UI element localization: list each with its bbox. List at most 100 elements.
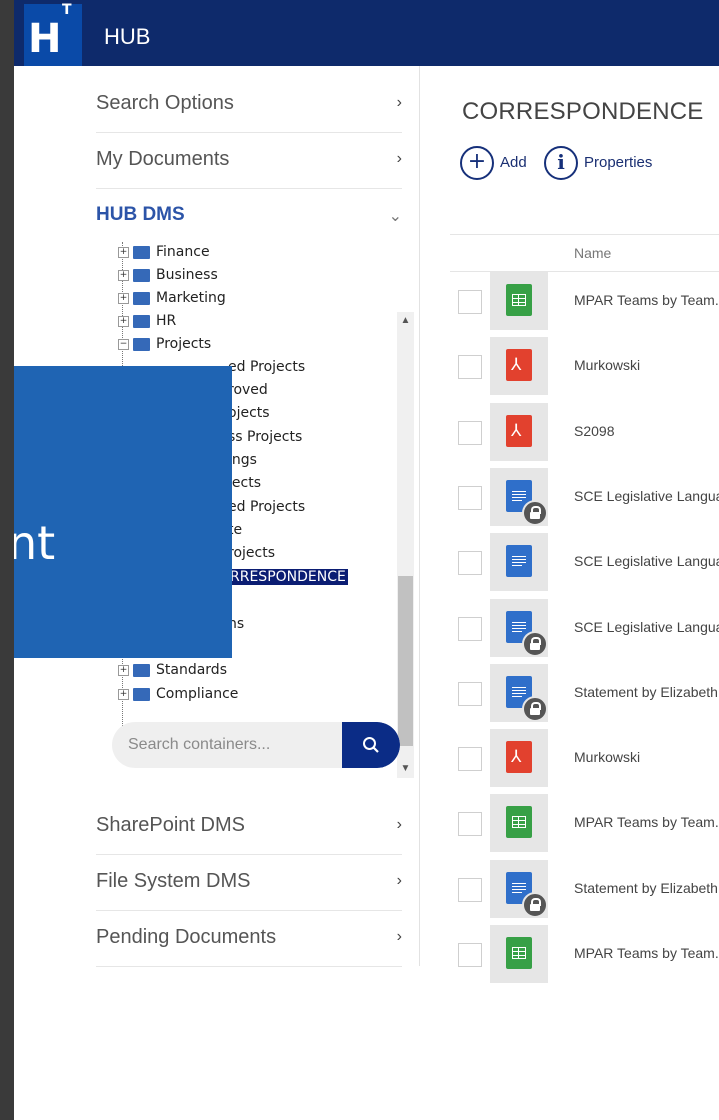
tree-node[interactable]: − Projects (118, 336, 211, 356)
table-row[interactable]: Murkowski (450, 727, 719, 791)
lock-icon (522, 695, 548, 722)
file-name[interactable]: Murkowski (574, 357, 640, 373)
tree-node-label: Projects (156, 336, 212, 352)
tree-node[interactable]: + HR (118, 313, 176, 333)
table-row[interactable]: MPAR Teams by Team.( (450, 792, 719, 856)
tree-scrollbar[interactable]: ▲ ▼ (397, 312, 414, 778)
table-row[interactable]: SCE Legislative Languag (450, 597, 719, 661)
nav-search-options[interactable]: Search Options › (96, 76, 402, 133)
tree-node[interactable]: ed Projects (228, 359, 305, 379)
row-checkbox[interactable] (458, 681, 482, 706)
tree-node[interactable]: ed Projects (228, 499, 305, 519)
table-row[interactable]: MPAR Teams by Team.( (450, 923, 719, 987)
tree-node-label: jects (228, 475, 261, 491)
file-name[interactable]: Statement by Elizabeth (574, 684, 718, 700)
row-checkbox[interactable] (458, 747, 482, 772)
table-row[interactable]: MPAR Teams by Team.( (450, 270, 719, 334)
search-containers-input[interactable] (112, 722, 344, 768)
folder-icon (133, 337, 150, 351)
tree-node[interactable]: jects (228, 475, 261, 495)
tree-node[interactable]: ings (228, 452, 257, 472)
nav-sharepoint-dms[interactable]: SharePoint DMS › (96, 798, 402, 855)
table-row[interactable]: Murkowski (450, 335, 719, 399)
expand-icon[interactable]: + (118, 292, 129, 304)
row-checkbox[interactable] (458, 943, 482, 967)
row-checkbox[interactable] (458, 485, 482, 510)
nav-hub-dms[interactable]: HUB DMS ⌄ (96, 188, 402, 244)
tree-node[interactable]: roved (228, 382, 268, 402)
app-title: HUB (104, 24, 151, 49)
nav-pending-documents[interactable]: Pending Documents › (96, 910, 402, 967)
nav-label: My Documents (96, 148, 230, 170)
collapse-icon[interactable]: − (118, 338, 129, 350)
table-row[interactable]: Statement by Elizabeth (450, 858, 719, 922)
main-panel: CORRESPONDENCE + Add i Properties Name M… (434, 66, 719, 1120)
scroll-down-arrow-icon[interactable]: ▼ (397, 760, 414, 778)
tree-node[interactable]: rojects (228, 545, 275, 565)
tree-node[interactable]: ss Projects (228, 429, 302, 449)
spreadsheet-icon (506, 937, 532, 969)
chevron-down-icon: ⌄ (388, 208, 402, 225)
table-row[interactable]: SCE Legislative Languag (450, 466, 719, 530)
row-checkbox[interactable] (458, 420, 482, 445)
file-thumbnail (490, 925, 548, 983)
app-window: H T HUB Search Options › My Documents › … (14, 0, 719, 1120)
expand-icon[interactable]: + (118, 269, 129, 281)
nav-file-system-dms[interactable]: File System DMS › (96, 854, 402, 911)
table-row[interactable]: S2098 (450, 401, 719, 465)
toolbar: + Add i Properties (460, 146, 719, 180)
table-row[interactable]: Statement by Elizabeth (450, 662, 719, 726)
properties-button[interactable]: i Properties (544, 146, 704, 180)
expand-icon[interactable]: + (118, 664, 129, 676)
scroll-up-arrow-icon[interactable]: ▲ (397, 312, 414, 330)
lock-icon (522, 499, 548, 526)
tree-node-label: ings (228, 452, 257, 468)
row-checkbox[interactable] (458, 290, 482, 314)
file-thumbnail (490, 729, 548, 788)
tree-node-label: rojects (228, 545, 275, 561)
file-thumbnail (490, 402, 548, 461)
chevron-right-icon: › (396, 94, 402, 111)
tree-node[interactable]: + Compliance (118, 686, 238, 706)
tree-node[interactable]: + Standards (118, 662, 227, 682)
row-checkbox[interactable] (458, 616, 482, 641)
search-button[interactable] (342, 722, 400, 768)
scroll-thumb[interactable] (398, 576, 413, 746)
expand-icon[interactable]: + (118, 246, 129, 258)
add-button[interactable]: + Add (460, 146, 540, 180)
column-header-name[interactable]: Name (574, 245, 611, 261)
tree-node-label: Compliance (156, 686, 239, 702)
table-row[interactable]: SCE Legislative Languag (450, 531, 719, 595)
row-checkbox[interactable] (458, 551, 482, 576)
file-name[interactable]: MPAR Teams by Team.( (574, 292, 719, 308)
overlay-text: nt (14, 516, 56, 570)
file-name[interactable]: SCE Legislative Languag (574, 488, 719, 504)
add-label: Add (500, 154, 527, 171)
expand-icon[interactable]: + (118, 315, 129, 327)
row-checkbox[interactable] (458, 877, 482, 902)
tree-node[interactable]: + Finance (118, 244, 210, 264)
hub-logo[interactable]: H T (24, 2, 82, 66)
nav-label: HUB DMS (96, 204, 185, 225)
folder-icon (133, 245, 150, 259)
pdf-icon (506, 414, 532, 447)
file-name[interactable]: Statement by Elizabeth (574, 880, 718, 896)
nav-my-documents[interactable]: My Documents › (96, 132, 402, 189)
file-name[interactable]: Murkowski (574, 749, 640, 765)
tree-node-selected[interactable]: RRESPONDENCE (228, 569, 348, 589)
file-name[interactable]: SCE Legislative Languag (574, 553, 719, 569)
row-checkbox[interactable] (458, 812, 482, 837)
tree-node[interactable]: + Business (118, 267, 218, 287)
file-name[interactable]: MPAR Teams by Team.( (574, 945, 719, 961)
row-checkbox[interactable] (458, 355, 482, 380)
logo-superscript: T (62, 2, 72, 18)
tree-node[interactable]: ojects (228, 405, 270, 425)
file-name[interactable]: SCE Legislative Languag (574, 619, 719, 635)
file-name[interactable]: S2098 (574, 423, 614, 439)
file-name[interactable]: MPAR Teams by Team.( (574, 814, 719, 830)
lock-icon (522, 630, 548, 657)
file-thumbnail (490, 859, 548, 918)
expand-icon[interactable]: + (118, 688, 129, 700)
chevron-right-icon: › (396, 816, 402, 833)
tree-node[interactable]: + Marketing (118, 290, 226, 310)
